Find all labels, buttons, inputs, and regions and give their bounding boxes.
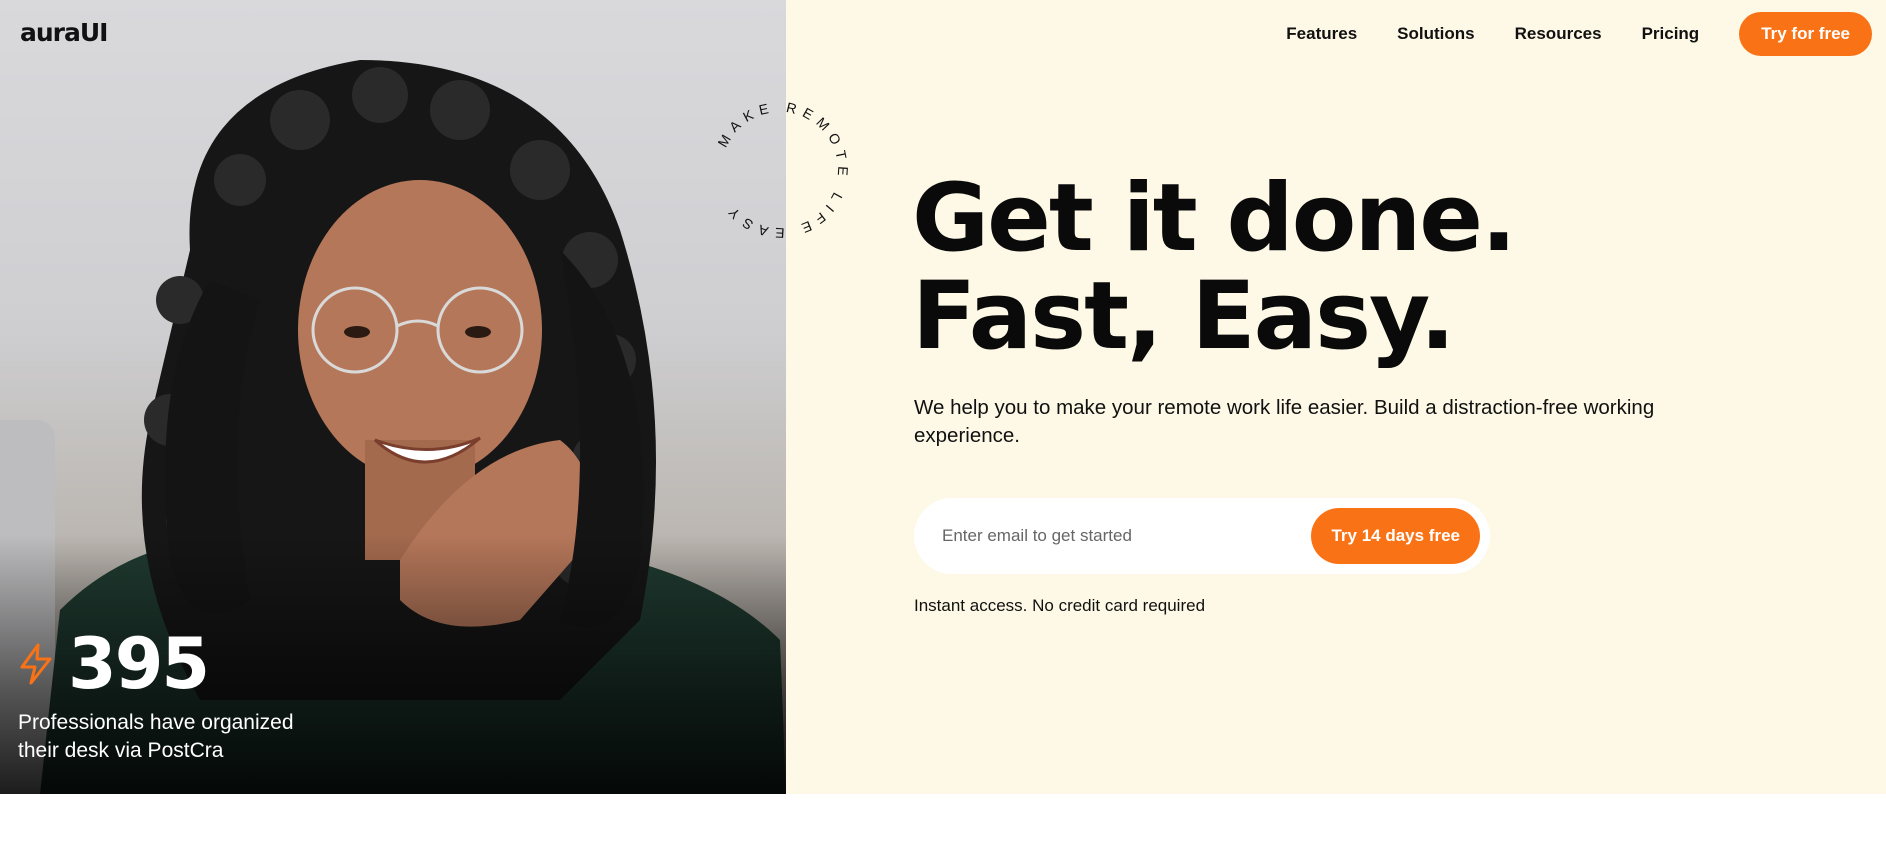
stat-caption: Professionals have organized their desk … <box>18 711 294 762</box>
email-signup-form: Try 14 days free <box>914 498 1490 574</box>
badge-circular-text: MAKE REMOTE LIFE EASY <box>714 99 851 241</box>
nav-link-pricing[interactable]: Pricing <box>1642 24 1700 44</box>
hero-subtext: We help you to make your remote work lif… <box>914 396 1655 447</box>
email-input[interactable] <box>940 525 1312 547</box>
nav-link-resources[interactable]: Resources <box>1515 24 1602 44</box>
hero-section: 395 Professionals have organized their d… <box>0 0 1886 794</box>
stat-number: 395 <box>68 623 210 705</box>
nav-link-solutions[interactable]: Solutions <box>1397 24 1474 44</box>
top-nav: Features Solutions Resources Pricing Try… <box>1286 12 1872 56</box>
headline-line-2: Fast, Easy. <box>912 262 1455 371</box>
try-14-days-free-button[interactable]: Try 14 days free <box>1311 508 1480 564</box>
hero-headline: Get it done. Fast, Easy. <box>912 164 1517 371</box>
try-for-free-button[interactable]: Try for free <box>1739 12 1872 56</box>
hero-photo: 395 Professionals have organized their d… <box>0 0 786 794</box>
lightning-bolt-icon <box>20 643 52 685</box>
stat-block: 395 Professionals have organized their d… <box>18 625 318 765</box>
nav-link-features[interactable]: Features <box>1286 24 1357 44</box>
signup-note: Instant access. No credit card required <box>914 596 1206 615</box>
circular-text-badge: MAKE REMOTE LIFE EASY <box>714 99 851 241</box>
headline-line-1: Get it done. <box>912 164 1517 273</box>
logo[interactable]: auraUI <box>20 18 108 47</box>
